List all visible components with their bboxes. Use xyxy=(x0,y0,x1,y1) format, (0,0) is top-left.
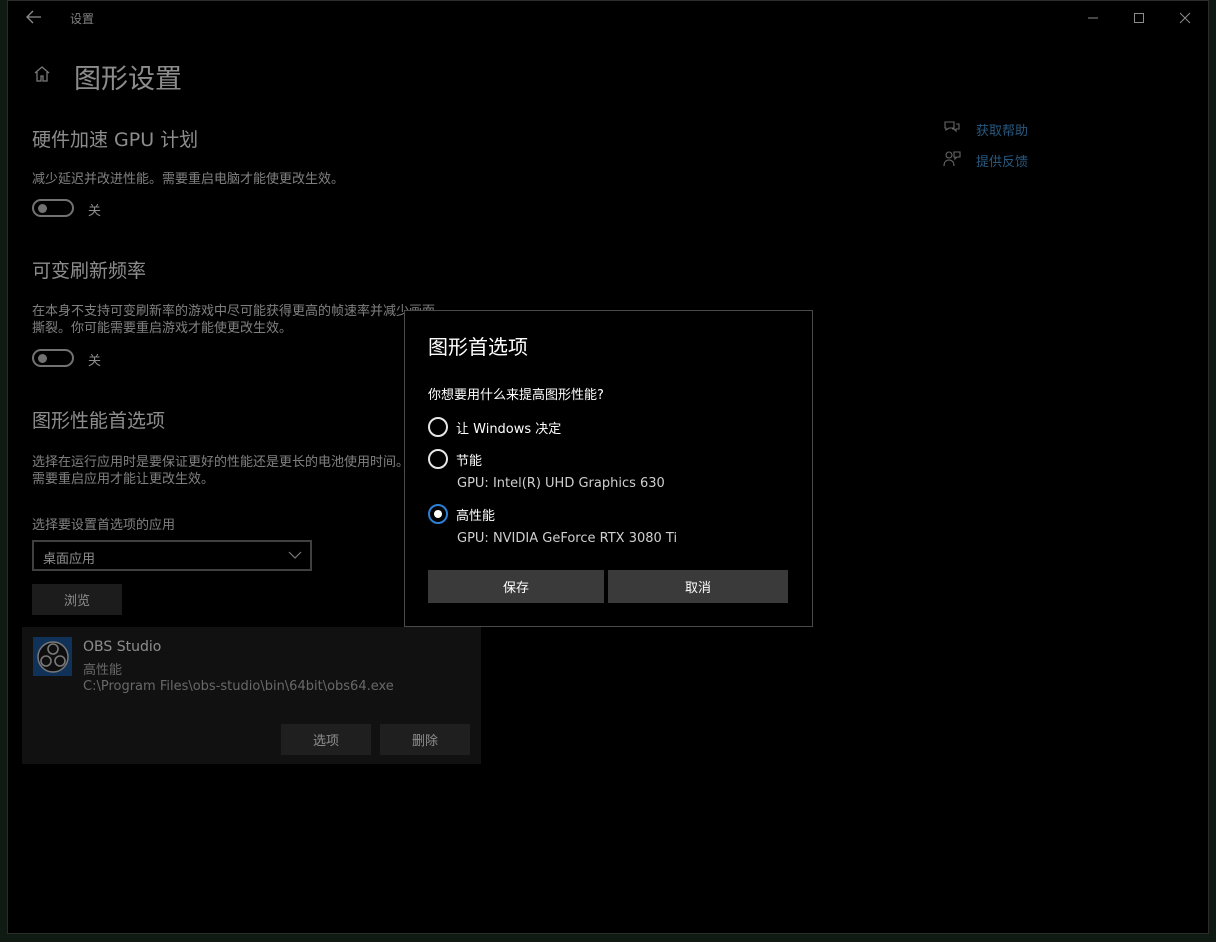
dialog-title: 图形首选项 xyxy=(428,335,528,359)
cancel-button[interactable]: 取消 xyxy=(608,570,788,603)
radio-high-performance[interactable] xyxy=(428,504,448,524)
option-power-saving-gpu: GPU: Intel(R) UHD Graphics 630 xyxy=(457,476,665,491)
settings-window: 设置 图形设置 硬件加速 GPU 计划 减少延迟并改进性能。需要重启电脑才能使更… xyxy=(7,0,1209,934)
option-power-saving-label: 节能 xyxy=(456,454,483,469)
radio-let-windows-decide[interactable] xyxy=(428,417,448,437)
option-let-windows-decide-label: 让 Windows 决定 xyxy=(456,422,562,437)
option-high-performance-gpu: GPU: NVIDIA GeForce RTX 3080 Ti xyxy=(457,531,678,546)
radio-power-saving[interactable] xyxy=(428,449,448,469)
dialog-question: 你想要用什么来提高图形性能? xyxy=(428,388,604,403)
graphics-preference-dialog: 图形首选项 你想要用什么来提高图形性能? 让 Windows 决定 节能 GPU… xyxy=(404,310,813,627)
option-high-performance-label: 高性能 xyxy=(456,509,496,524)
save-button[interactable]: 保存 xyxy=(428,570,604,603)
